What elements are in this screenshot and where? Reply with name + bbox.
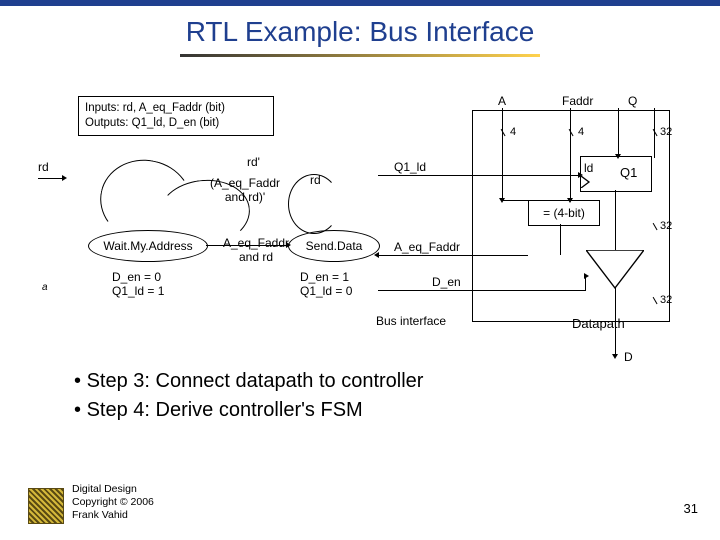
bullet-step3: Step 3: Connect datapath to controller [74, 370, 423, 393]
rdprime-label: rd' [247, 155, 260, 169]
port-Q: Q [628, 94, 637, 108]
state-send: Send.Data [288, 230, 380, 262]
tick-32b-lbl: 32 [660, 220, 672, 232]
fsm-io-box: Inputs: rd, A_eq_Faddr (bit) Outputs: Q1… [78, 96, 274, 136]
port-A: A [498, 94, 506, 108]
Q-top-join [618, 110, 654, 111]
cmp-label: = (4-bit) [543, 206, 585, 220]
aeq-trans-label: A_eq_Faddr and rd [216, 236, 296, 264]
port-Faddr: Faddr [562, 94, 593, 108]
state2-actions: D_en = 1 Q1_ld = 0 [300, 270, 352, 298]
fsm-outputs: Outputs: Q1_ld, D_en (bit) [85, 116, 267, 131]
tick-32c-lbl: 32 [660, 294, 672, 306]
rd-arrow-head [62, 175, 67, 181]
state-wait-label: Wait.My.Address [103, 239, 192, 253]
state-wait: Wait.My.Address [88, 230, 208, 262]
s1-a2: Q1_ld = 1 [112, 284, 164, 298]
bullet-step4: Step 4: Derive controller's FSM [74, 399, 423, 422]
rd-loop-label: rd [310, 173, 321, 187]
footer-l1: Digital Design [72, 483, 154, 496]
bus-interface-label: Bus interface [376, 314, 446, 328]
page-title: RTL Example: Bus Interface [0, 16, 720, 48]
tick-A-lbl: 4 [510, 126, 516, 138]
footer-l2: Copyright © 2006 [72, 496, 154, 509]
q1-label: Q1 [620, 165, 637, 180]
footer: Digital Design Copyright © 2006 Frank Va… [72, 483, 154, 522]
state1-actions: D_en = 0 Q1_ld = 1 [112, 270, 164, 298]
Q-outer-wire [654, 108, 655, 158]
logo-icon [28, 488, 64, 524]
q1ld-label: Q1_ld [394, 160, 426, 174]
s1-a1: D_en = 0 [112, 270, 164, 284]
title-bar [0, 0, 720, 6]
title-underline [180, 54, 540, 57]
D-arrowhead [612, 354, 618, 359]
fsm-inputs: Inputs: rd, A_eq_Faddr (bit) [85, 101, 267, 116]
tick-F-lbl: 4 [578, 126, 584, 138]
step-bullets: Step 3: Connect datapath to controller S… [34, 370, 423, 428]
q1-out-wire [615, 190, 616, 250]
tristate-buffer-icon [586, 250, 644, 290]
alpha-annot: a [42, 282, 48, 293]
rd-arrow-line [38, 178, 62, 179]
aeq-prime-label: (A_eq_Faddr and rd)' [205, 176, 285, 204]
rd-label: rd [38, 160, 49, 174]
s2-a1: D_en = 1 [300, 270, 352, 284]
A-to-cmp [502, 200, 528, 201]
aeqf-arrow [374, 252, 379, 258]
port-D: D [624, 350, 633, 364]
Faddr-wire [570, 108, 571, 200]
q1-ld-label: ld [584, 161, 593, 175]
slide: RTL Example: Bus Interface Inputs: rd, A… [0, 0, 720, 540]
aeqf-label: A_eq_Faddr [394, 240, 460, 254]
page-number: 31 [684, 501, 698, 516]
tick-Q-lbl: 32 [660, 126, 672, 138]
A-wire [502, 108, 503, 200]
den-label: D_en [432, 275, 461, 289]
state-send-label: Send.Data [306, 239, 363, 253]
clock-icon [581, 176, 591, 188]
comparator: = (4-bit) [528, 200, 600, 226]
Q-wire [618, 108, 619, 156]
datapath-label: Datapath [572, 316, 625, 331]
footer-l3: Frank Vahid [72, 509, 154, 522]
s2-a2: Q1_ld = 0 [300, 284, 352, 298]
